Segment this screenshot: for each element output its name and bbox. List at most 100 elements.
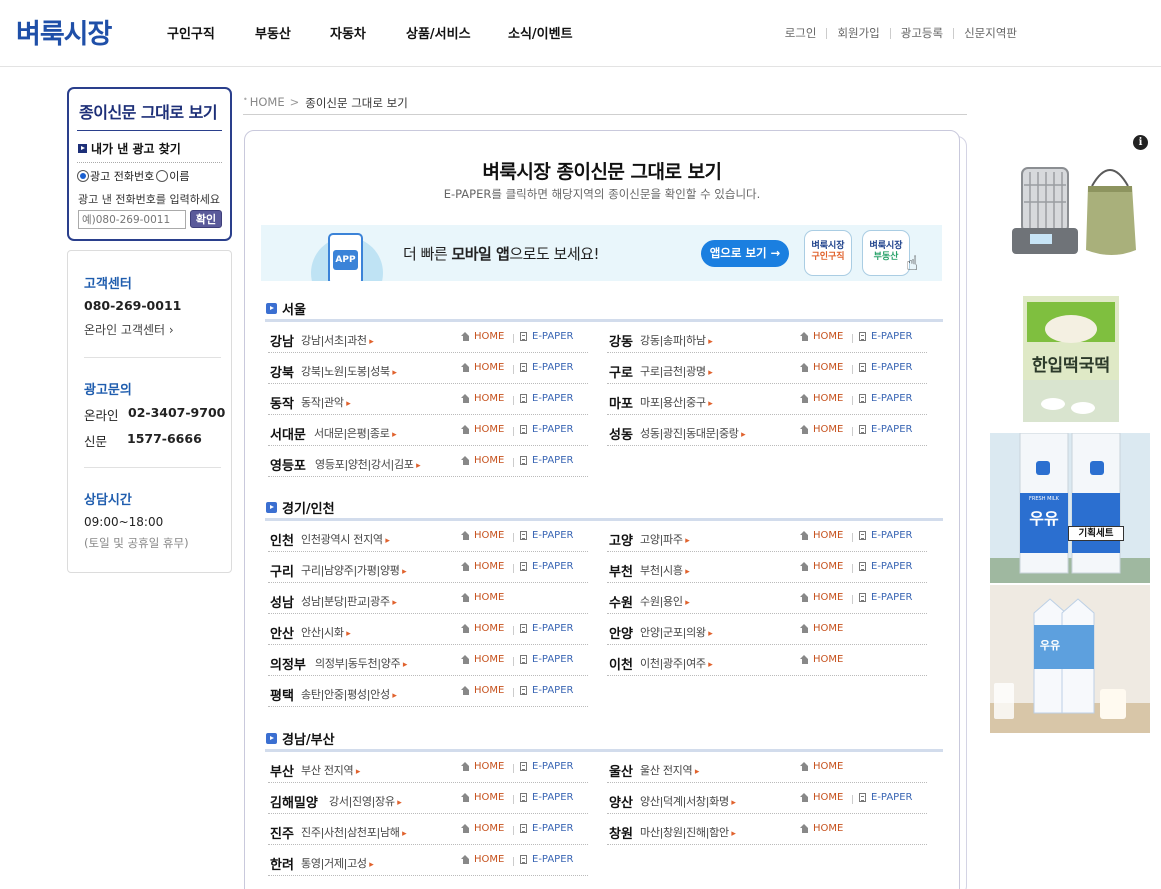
region-areas[interactable]: 성동|광진|동대문|중랑 [640,425,745,441]
confirm-button[interactable]: 확인 [190,210,222,228]
jobs-app-tile[interactable]: 벼룩시장 구인구직 [804,230,852,276]
online-cs-link[interactable]: 온라인 고객센터 › [84,321,174,338]
ad-milk-set[interactable]: 우유 FRESH MILK 기획세트 [990,433,1150,583]
region-name[interactable]: 안양 [609,623,633,642]
regional-edition-link[interactable]: 신문지역판 [964,25,1017,41]
region-name[interactable]: 수원 [609,592,633,611]
radio-name[interactable] [156,170,169,182]
radio-phone-label[interactable]: 광고 전화번호 [90,168,154,184]
home-link[interactable]: HOME [800,792,843,803]
home-link[interactable]: HOME [800,823,843,834]
epaper-link[interactable]: E-PAPER [859,362,912,373]
region-name[interactable]: 성남 [270,592,294,611]
home-link[interactable]: HOME [461,592,504,603]
epaper-link[interactable]: E-PAPER [520,854,573,865]
home-link[interactable]: HOME [461,854,504,865]
region-areas[interactable]: 강남|서초|과천 [301,332,374,348]
home-link[interactable]: HOME [461,331,504,342]
region-name[interactable]: 고양 [609,530,633,549]
epaper-link[interactable]: E-PAPER [520,654,573,665]
region-name[interactable]: 구리 [270,561,294,580]
epaper-link[interactable]: E-PAPER [520,792,573,803]
epaper-link[interactable]: E-PAPER [520,362,573,373]
signup-link[interactable]: 회원가입 [837,25,879,41]
region-name[interactable]: 진주 [270,823,294,842]
home-link[interactable]: HOME [800,362,843,373]
region-areas[interactable]: 송탄|안중|평성|안성 [301,686,397,702]
home-link[interactable]: HOME [461,761,504,772]
menu-news-events[interactable]: 소식/이벤트 [508,23,573,42]
epaper-link[interactable]: E-PAPER [520,685,573,696]
region-areas[interactable]: 안양|군포|의왕 [640,624,713,640]
home-link[interactable]: HOME [461,792,504,803]
region-areas[interactable]: 의정부|동두천|양주 [315,655,407,671]
epaper-link[interactable]: E-PAPER [859,792,912,803]
home-link[interactable]: HOME [461,654,504,665]
region-name[interactable]: 양산 [609,792,633,811]
home-link[interactable]: HOME [800,623,843,634]
home-link[interactable]: HOME [461,530,504,541]
region-areas[interactable]: 고양|파주 [640,531,689,547]
home-link[interactable]: HOME [800,592,843,603]
epaper-link[interactable]: E-PAPER [859,331,912,342]
home-link[interactable]: HOME [461,685,504,696]
region-areas[interactable]: 통영|거제|고성 [301,855,374,871]
region-name[interactable]: 이천 [609,654,633,673]
epaper-link[interactable]: E-PAPER [520,424,573,435]
region-name[interactable]: 강남 [270,331,294,350]
region-name[interactable]: 성동 [609,424,633,443]
home-link[interactable]: HOME [800,424,843,435]
ad-info-icon[interactable]: i [1133,135,1148,150]
home-link[interactable]: HOME [800,761,843,772]
epaper-link[interactable]: E-PAPER [520,455,573,466]
home-link[interactable]: HOME [800,393,843,404]
home-link[interactable]: HOME [800,654,843,665]
region-areas[interactable]: 강서|진영|장유 [329,793,402,809]
epaper-link[interactable]: E-PAPER [859,592,912,603]
ad-milk-carton[interactable]: 우유 [990,585,1150,733]
site-logo[interactable]: 벼룩시장 [16,12,112,51]
region-areas[interactable]: 성남|분당|판교|광주 [301,593,397,609]
region-areas[interactable]: 마포|용산|중구 [640,394,713,410]
region-areas[interactable]: 구로|금천|광명 [640,363,713,379]
region-name[interactable]: 부산 [270,761,294,780]
home-link[interactable]: HOME [461,424,504,435]
home-link[interactable]: HOME [461,623,504,634]
app-banner[interactable]: APP 더 빠른 모바일 앱으로도 보세요! 앱으로 보기 → 벼룩시장 구인구… [261,225,942,281]
login-link[interactable]: 로그인 [785,25,817,41]
realestate-app-tile[interactable]: 벼룩시장 부동산 [862,230,910,276]
region-name[interactable]: 구로 [609,362,633,381]
region-name[interactable]: 안산 [270,623,294,642]
epaper-link[interactable]: E-PAPER [859,561,912,572]
region-areas[interactable]: 서대문|은평|종로 [314,425,396,441]
region-name[interactable]: 강동 [609,331,633,350]
region-name[interactable]: 한려 [270,854,294,873]
region-areas[interactable]: 마산|창원|진해|함안 [640,824,736,840]
menu-realestate[interactable]: 부동산 [255,23,330,42]
epaper-link[interactable]: E-PAPER [859,393,912,404]
region-name[interactable]: 김해밀양 [270,792,318,811]
epaper-link[interactable]: E-PAPER [520,393,573,404]
home-link[interactable]: HOME [461,561,504,572]
epaper-link[interactable]: E-PAPER [520,623,573,634]
ad-heater[interactable] [1000,150,1150,265]
region-areas[interactable]: 강북|노원|도봉|성북 [301,363,397,379]
epaper-link[interactable]: E-PAPER [520,561,573,572]
menu-jobs[interactable]: 구인구직 [167,23,255,42]
epaper-link[interactable]: E-PAPER [520,331,573,342]
epaper-link[interactable]: E-PAPER [859,424,912,435]
epaper-link[interactable]: E-PAPER [520,761,573,772]
region-areas[interactable]: 강동|송파|하남 [640,332,713,348]
epaper-link[interactable]: E-PAPER [520,530,573,541]
region-areas[interactable]: 수원|용인 [640,593,689,609]
breadcrumb-home[interactable]: HOME [250,95,285,109]
region-name[interactable]: 영등포 [270,455,306,474]
home-link[interactable]: HOME [461,362,504,373]
radio-phone[interactable] [77,170,89,182]
region-name[interactable]: 서대문 [270,424,306,443]
region-areas[interactable]: 안산|시화 [301,624,350,640]
home-link[interactable]: HOME [800,561,843,572]
home-link[interactable]: HOME [800,530,843,541]
region-name[interactable]: 동작 [270,393,294,412]
menu-cars[interactable]: 자동차 [330,23,406,42]
